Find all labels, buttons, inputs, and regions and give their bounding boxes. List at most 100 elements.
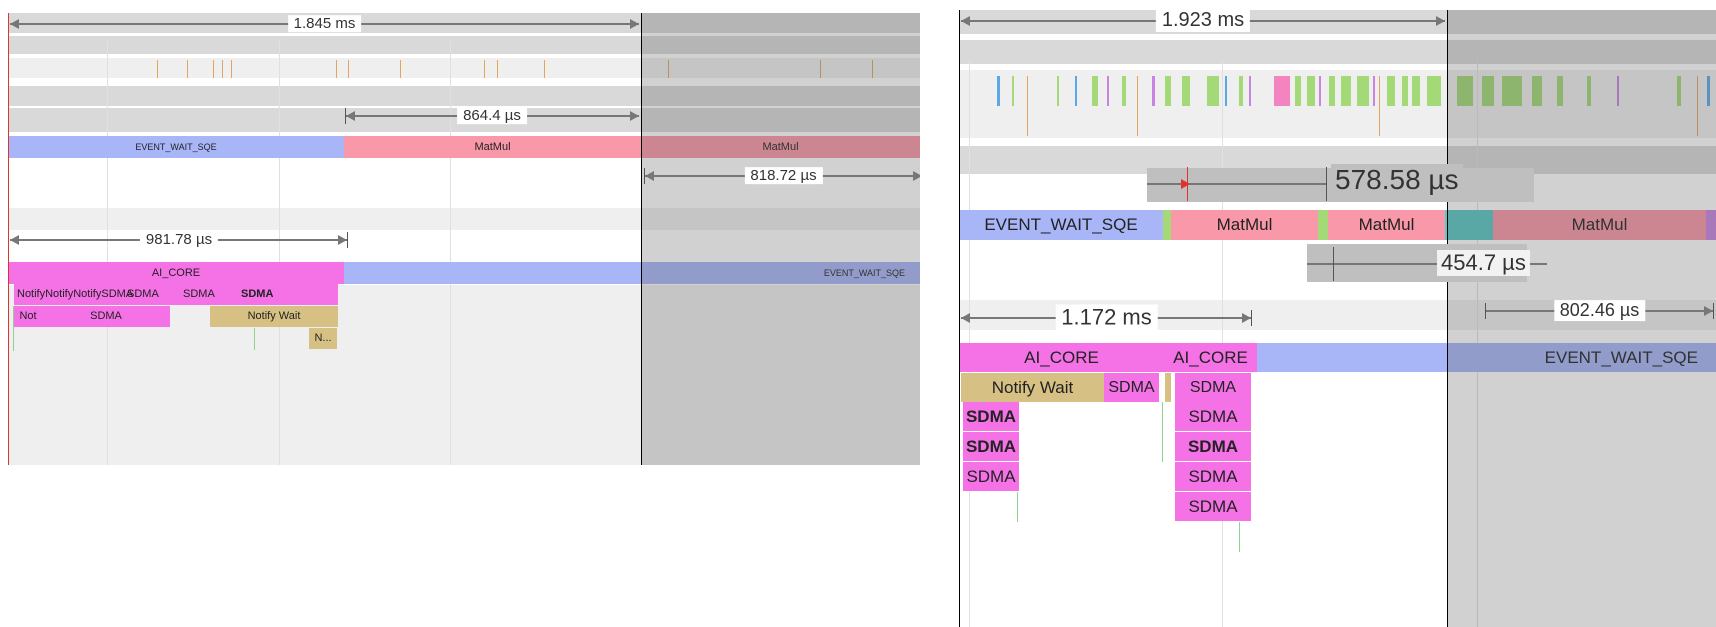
flag-tick	[1225, 76, 1227, 106]
small-tick	[254, 328, 255, 350]
flag-tick	[1137, 76, 1138, 136]
bar-label: SDMA	[1187, 437, 1239, 456]
flag-tick	[1402, 76, 1408, 106]
flag-tick	[484, 60, 485, 78]
measure-label: 981.78 µs	[139, 231, 219, 249]
measure-cap	[1333, 247, 1334, 281]
selection-shade	[641, 13, 920, 465]
arrow-right-icon	[1436, 16, 1445, 26]
measure-label: 1.845 ms	[287, 15, 362, 33]
arrow-left-icon	[961, 313, 970, 323]
measure-cap	[1485, 303, 1486, 319]
measure-label: 1.172 ms	[1055, 304, 1158, 331]
flag-tick	[157, 60, 158, 78]
ai-core-bar[interactable]: AI_CORE	[959, 343, 1164, 372]
flag-tick	[1373, 76, 1375, 106]
arrow-right-icon	[630, 111, 639, 121]
arrow-right-icon	[630, 19, 639, 29]
arrow-right-icon	[338, 235, 347, 245]
flag-tick	[1165, 76, 1171, 106]
flag-tick	[1075, 76, 1077, 106]
bar-label: MatMul	[1216, 215, 1273, 234]
timeline-view-right: EVENT_WAIT_SQE MatMul MatMul MatMul AI_C…	[957, 0, 1716, 627]
flag-tick	[1239, 76, 1243, 106]
event-wait-sqe-bar[interactable]: EVENT_WAIT_SQE	[959, 210, 1163, 240]
bar-label: Notify Wait	[991, 378, 1074, 397]
bar-label: SDMA	[965, 407, 1017, 426]
flag-tick	[1207, 76, 1219, 106]
small-tick	[1162, 402, 1163, 462]
matmul-bar[interactable]: MatMul	[1328, 210, 1445, 240]
measure-cap	[347, 232, 348, 248]
start-marker[interactable]	[8, 13, 9, 465]
measure-label: 802.46 µs	[1553, 300, 1646, 322]
measure-e[interactable]: 802.46 µs	[1485, 300, 1714, 322]
grid-line	[279, 40, 280, 465]
small-tick	[1239, 522, 1240, 552]
measure-d[interactable]: 981.78 µs	[10, 231, 348, 249]
sdma-bar[interactable]: SDMA	[1175, 373, 1251, 402]
bar-label: EVENT_WAIT_SQE	[135, 142, 217, 152]
arrow-left-icon	[10, 235, 19, 245]
sdma-bar[interactable]: SDMA	[963, 402, 1019, 431]
cursor-line[interactable]	[641, 13, 642, 465]
measure-b[interactable]	[1147, 167, 1327, 201]
measure-cap	[1713, 303, 1714, 319]
sdma-bar[interactable]: SDMA	[1175, 402, 1251, 431]
flag-tick	[1329, 76, 1335, 106]
measure-c[interactable]: 818.72 µs	[644, 167, 920, 185]
sdma-bar[interactable]: SDMA	[42, 306, 170, 327]
measure-label: 454.7 µs	[1437, 250, 1530, 276]
matmul-bar[interactable]: MatMul	[344, 136, 641, 158]
notify-bar[interactable]: Not	[14, 306, 42, 327]
small-tick	[13, 306, 14, 351]
flag-tick	[1057, 76, 1059, 106]
sdma-bar[interactable]: SDMA	[1175, 492, 1251, 521]
bar-label: EVENT_WAIT_SQE	[984, 215, 1138, 234]
notify-wait-bar[interactable]: Notify Wait	[961, 373, 1104, 402]
measure-cap	[1326, 167, 1327, 201]
sdma-bar[interactable]: SDMA	[1175, 432, 1251, 461]
measure-label: 578.58 µs	[1331, 164, 1463, 196]
ai-core-bar[interactable]: AI_CORE	[8, 262, 344, 284]
flag-tick	[348, 60, 349, 78]
small-segment[interactable]	[1163, 210, 1171, 240]
measure-total[interactable]: 1.845 ms	[10, 15, 639, 33]
sdma-bar[interactable]: SDMA	[963, 462, 1019, 491]
notify-wait-bar[interactable]: Notify Wait	[210, 306, 338, 327]
arrow-left-icon	[645, 171, 654, 181]
bar-label: SDMA	[966, 467, 1016, 486]
start-marker[interactable]	[959, 10, 960, 627]
sdma-row[interactable]: NotifyNotifyNotifySDMASDMA SDMA SDMA	[14, 284, 338, 305]
small-segment[interactable]	[1318, 210, 1328, 240]
flag-tick	[1092, 76, 1098, 106]
flag-tick	[497, 60, 498, 78]
matmul-bar[interactable]: MatMul	[1171, 210, 1318, 240]
bar-label: AI_CORE	[1024, 348, 1099, 367]
flag-tick	[544, 60, 545, 78]
flag-tick	[1274, 76, 1290, 106]
measure-d[interactable]: 1.172 ms	[961, 304, 1252, 331]
event-wait-sqe-bar[interactable]: EVENT_WAIT_SQE	[8, 136, 344, 158]
bar-label: AI_CORE	[151, 267, 201, 279]
sdma-bar[interactable]: SDMA	[1175, 462, 1251, 491]
sdma-bar[interactable]: SDMA	[963, 432, 1019, 461]
flag-tick	[1319, 76, 1321, 106]
measure-total[interactable]: 1.923 ms	[961, 9, 1445, 33]
sdma-bar[interactable]: SDMA	[1104, 373, 1159, 402]
flag-tick	[336, 60, 337, 78]
cursor-line[interactable]	[1447, 10, 1448, 627]
flag-tick	[222, 60, 223, 78]
measure-b[interactable]: 864.4 µs	[345, 107, 639, 125]
measure-cap	[1251, 310, 1252, 326]
ai-core-bar[interactable]: AI_CORE	[1164, 343, 1257, 372]
measure-label: 1.923 ms	[1155, 9, 1251, 33]
flag-tick	[1387, 76, 1395, 106]
flag-tick	[231, 60, 232, 78]
overlap-label: NotifyNotifyNotifySDMA	[17, 288, 134, 300]
timeline-view-left: EVENT_WAIT_SQE MatMul MatMul AI_CORE EVE…	[0, 0, 920, 470]
small-segment[interactable]	[1165, 373, 1171, 402]
bar-label: SDMA	[1188, 407, 1238, 426]
flag-tick	[1295, 76, 1301, 106]
notify-wait-bar-small[interactable]: N...	[309, 328, 337, 349]
